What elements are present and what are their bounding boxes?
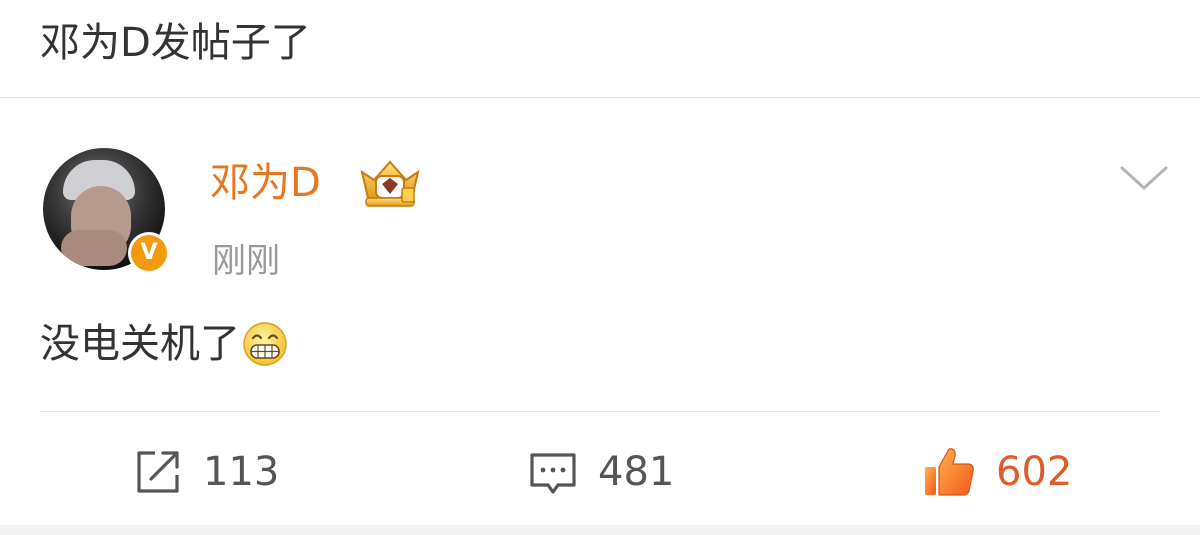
verified-badge-label: V	[131, 235, 167, 271]
share-icon	[137, 451, 179, 493]
post-text: 没电关机了	[40, 321, 240, 367]
page-title: 邓为D发帖子了	[40, 20, 311, 66]
repost-button[interactable]: 113	[133, 444, 279, 500]
verified-badge-icon: V	[128, 232, 170, 274]
comment-icon	[530, 453, 576, 494]
chevron-down-icon[interactable]	[1118, 160, 1170, 196]
like-button[interactable]: 602	[922, 444, 1072, 500]
page-header: 邓为D发帖子了	[0, 0, 1200, 98]
thumbs-up-icon	[925, 448, 974, 496]
repost-count: 113	[203, 449, 280, 495]
post-timestamp: 刚刚	[212, 241, 280, 281]
avatar-hand	[61, 230, 127, 266]
comment-button[interactable]: 481	[528, 444, 674, 500]
content-divider	[40, 411, 1160, 412]
grinning-face-emoji-icon	[243, 322, 287, 366]
like-count: 602	[996, 449, 1073, 495]
weibo-post-page: 邓为D发帖子了 V 邓为D 刚刚 没电关机了 113 481 602	[0, 0, 1200, 535]
comment-count: 481	[598, 449, 675, 495]
bottom-separator	[0, 525, 1200, 535]
crown-badge-icon[interactable]	[358, 158, 422, 210]
post-content: 没电关机了	[40, 316, 288, 372]
author-name[interactable]: 邓为D	[210, 158, 321, 208]
